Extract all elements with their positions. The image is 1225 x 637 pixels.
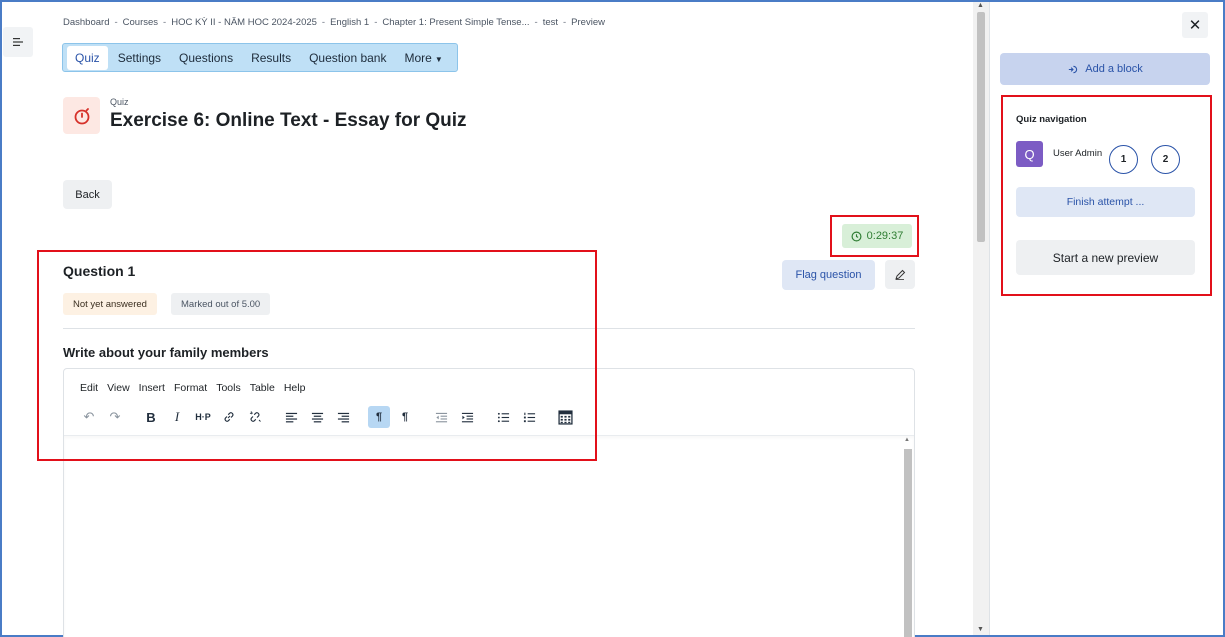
editor-scrollbar[interactable]: ▲ (902, 435, 914, 637)
tab-questions[interactable]: Questions (171, 46, 241, 70)
breadcrumb-item-preview[interactable]: Preview (571, 17, 605, 28)
tab-quiz[interactable]: Quiz (67, 45, 108, 70)
tab-more-label: More (404, 50, 432, 65)
avatar: Q (1016, 141, 1043, 167)
stopwatch-icon (74, 107, 89, 124)
page-title: Exercise 6: Online Text - Essay for Quiz (110, 110, 467, 131)
clock-icon (851, 231, 862, 241)
quiz-navigation-title: Quiz navigation (1016, 114, 1087, 125)
tab-more[interactable]: More ▼ (396, 46, 450, 70)
quiz-timer: 0:29:37 (842, 224, 912, 248)
close-drawer-button[interactable]: ✕ (1182, 12, 1208, 38)
close-icon: ✕ (1188, 17, 1202, 34)
breadcrumb-item-chapter[interactable]: Chapter 1: Present Simple Tense... (382, 17, 529, 28)
breadcrumb-item-course[interactable]: English 1 (330, 17, 369, 28)
scroll-up-icon[interactable]: ▲ (977, 2, 984, 9)
flag-question-button[interactable]: Flag question (782, 260, 875, 290)
breadcrumb-item-semester[interactable]: HOC KỲ II - NĂM HOC 2024-2025 (171, 17, 317, 28)
breadcrumb-item-dashboard[interactable]: Dashboard (63, 17, 109, 28)
page-scrollbar[interactable]: ▲ ▼ (973, 2, 989, 635)
secondary-navigation: Quiz Settings Questions Results Question… (62, 43, 458, 72)
menu-icon (13, 38, 23, 46)
question-highlight-box (37, 250, 597, 461)
breadcrumb-item-test[interactable]: test (543, 17, 558, 28)
pencil-icon (895, 269, 906, 280)
course-index-toggle-button[interactable] (3, 27, 33, 57)
quiz-nav-question-1[interactable]: 1 (1109, 145, 1138, 174)
page-scrollbar-thumb[interactable] (977, 12, 985, 242)
add-block-label: Add a block (1085, 63, 1143, 75)
caret-down-icon: ▼ (434, 54, 443, 64)
user-name: User Admin (1053, 148, 1103, 159)
add-block-icon (1069, 65, 1078, 73)
breadcrumb-separator: - (534, 17, 538, 28)
activity-type-label: Quiz (110, 97, 129, 107)
editor-scrollbar-thumb[interactable] (904, 449, 912, 637)
answer-text-area[interactable] (64, 435, 914, 637)
scroll-down-icon[interactable]: ▼ (977, 626, 984, 633)
timer-value: 0:29:37 (866, 230, 904, 242)
back-button[interactable]: Back (63, 180, 112, 209)
finish-attempt-button[interactable]: Finish attempt ... (1016, 187, 1195, 217)
edit-question-button[interactable] (885, 260, 915, 289)
breadcrumb-separator: - (163, 17, 167, 28)
breadcrumb-separator: - (374, 17, 378, 28)
breadcrumb: Dashboard - Courses - HOC KỲ II - NĂM HOC 20… (63, 17, 605, 28)
scroll-up-icon[interactable]: ▲ (904, 437, 910, 443)
tab-results[interactable]: Results (243, 46, 299, 70)
add-block-button[interactable]: Add a block (1000, 53, 1210, 85)
breadcrumb-separator: - (321, 17, 326, 28)
tab-settings[interactable]: Settings (110, 46, 169, 70)
quiz-activity-icon (63, 97, 100, 134)
breadcrumb-item-courses[interactable]: Courses (123, 17, 158, 28)
quiz-nav-question-2[interactable]: 2 (1151, 145, 1180, 174)
breadcrumb-separator: - (563, 17, 567, 28)
start-new-preview-button[interactable]: Start a new preview (1016, 240, 1195, 275)
tab-question-bank[interactable]: Question bank (301, 46, 394, 70)
breadcrumb-separator: - (114, 17, 118, 28)
